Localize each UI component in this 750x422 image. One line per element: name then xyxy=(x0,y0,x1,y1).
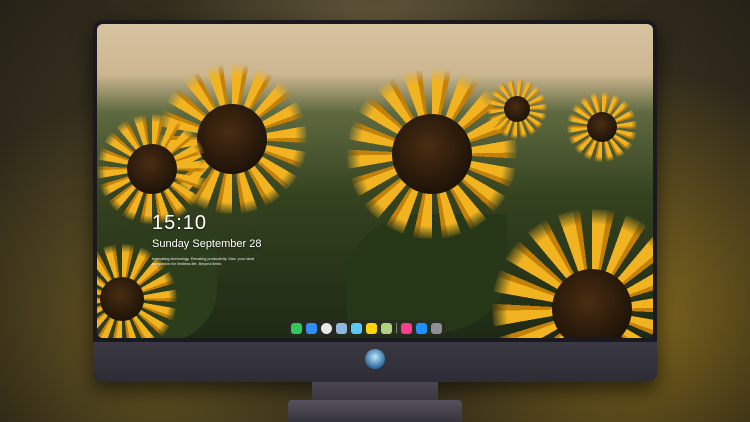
monitor-chin xyxy=(93,342,657,382)
app-store-icon[interactable] xyxy=(416,322,427,334)
dock-separator xyxy=(396,323,397,333)
desktop-screen: 15:10 Sunday September 28 Innovating tec… xyxy=(97,24,653,338)
photos-icon[interactable] xyxy=(381,322,392,334)
sunflower xyxy=(567,92,637,162)
finder-icon[interactable] xyxy=(306,322,317,334)
sunflower xyxy=(492,209,653,338)
screenshot-icon[interactable] xyxy=(431,322,442,334)
music-icon[interactable] xyxy=(401,322,412,334)
dock xyxy=(287,320,446,336)
monitor-stand-neck xyxy=(312,382,438,402)
apple-logo-icon xyxy=(365,349,385,369)
sunflower xyxy=(97,114,207,224)
sunflower xyxy=(487,79,547,139)
monitor-stand-base xyxy=(288,400,462,422)
lock-screen-date: Sunday September 28 xyxy=(152,238,262,250)
lock-screen-tagline: Innovating technology. Elevating product… xyxy=(152,257,255,266)
clapper-icon[interactable] xyxy=(351,322,362,334)
notes-icon[interactable] xyxy=(366,322,377,334)
safari-icon[interactable] xyxy=(321,322,332,334)
lock-screen-time: 15:10 xyxy=(152,212,208,234)
preview-icon[interactable] xyxy=(336,322,347,334)
messages-icon[interactable] xyxy=(291,322,302,334)
monitor: 15:10 Sunday September 28 Innovating tec… xyxy=(93,20,657,382)
